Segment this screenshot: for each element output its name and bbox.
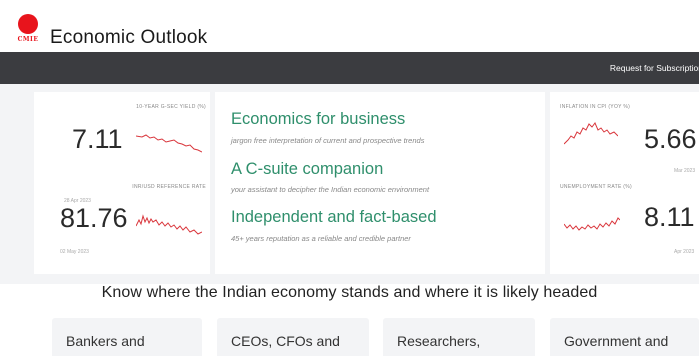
metric-value: 81.76 [60,203,128,233]
tagline-subtitle: 45+ years reputation as a reliable and c… [231,234,411,243]
sparkline-inr-usd [136,214,202,235]
cmie-logo[interactable]: CMIE [14,14,42,46]
metric-label: UNEMPLOYMENT RATE (%) [560,184,632,190]
metric-date: Mar 2023 [674,168,696,174]
audience-card-label: Government and [564,333,669,349]
right-metrics-panel: INFLATION IN CPI (YOY %) 5.66 Mar 2023 U… [550,92,699,274]
taglines-panel: Economics for business jargon free inter… [215,92,545,274]
metric-value: 8.11 [644,202,695,232]
audience-card-ceos[interactable]: CEOs, CFOs and [217,318,369,356]
logo-text: CMIE [17,36,39,43]
tagline-title: Economics for business [231,110,406,128]
tagline-title: Independent and fact-based [231,208,437,226]
metric-label: 10-YEAR G-SEC YIELD (%) [136,104,206,110]
metric-date: Apr 2023 [674,249,695,255]
tagline-subtitle: your assistant to decipher the Indian ec… [231,185,430,194]
tagline-title: A C-suite companion [231,160,384,178]
left-metrics-panel: 10-YEAR G-SEC YIELD (%) 7.11 28 Apr 2023… [34,92,210,274]
navbar: Request for Subscription [0,52,699,84]
tagline-subtitle: jargon free interpretation of current an… [231,136,425,145]
metric-label: INR/USD REFERENCE RATE [132,184,206,190]
audience-card-government[interactable]: Government and [550,318,699,356]
metric-label: INFLATION IN CPI (YOY %) [560,104,631,110]
metric-value: 5.66 [644,124,697,154]
logo-dot-icon [18,14,38,34]
header: CMIE Economic Outlook [0,0,699,52]
sparkline-gsec-yield [136,134,202,153]
section-headline: Know where the Indian economy stands and… [101,284,598,301]
audience-card-label: Bankers and [66,333,145,349]
audience-card-researchers[interactable]: Researchers, [383,318,535,356]
metric-date: 02 May 2023 [60,249,89,255]
page-title: Economic Outlook [50,27,208,48]
sparkline-cpi-inflation [564,122,618,145]
audience-card-label: Researchers, [397,333,481,349]
audience-card-label: CEOs, CFOs and [231,333,340,349]
audience-card-bankers[interactable]: Bankers and [52,318,202,356]
metric-value: 7.11 [72,124,123,154]
sparkline-unemployment [564,217,620,231]
request-subscription-link[interactable]: Request for Subscription [610,63,699,73]
